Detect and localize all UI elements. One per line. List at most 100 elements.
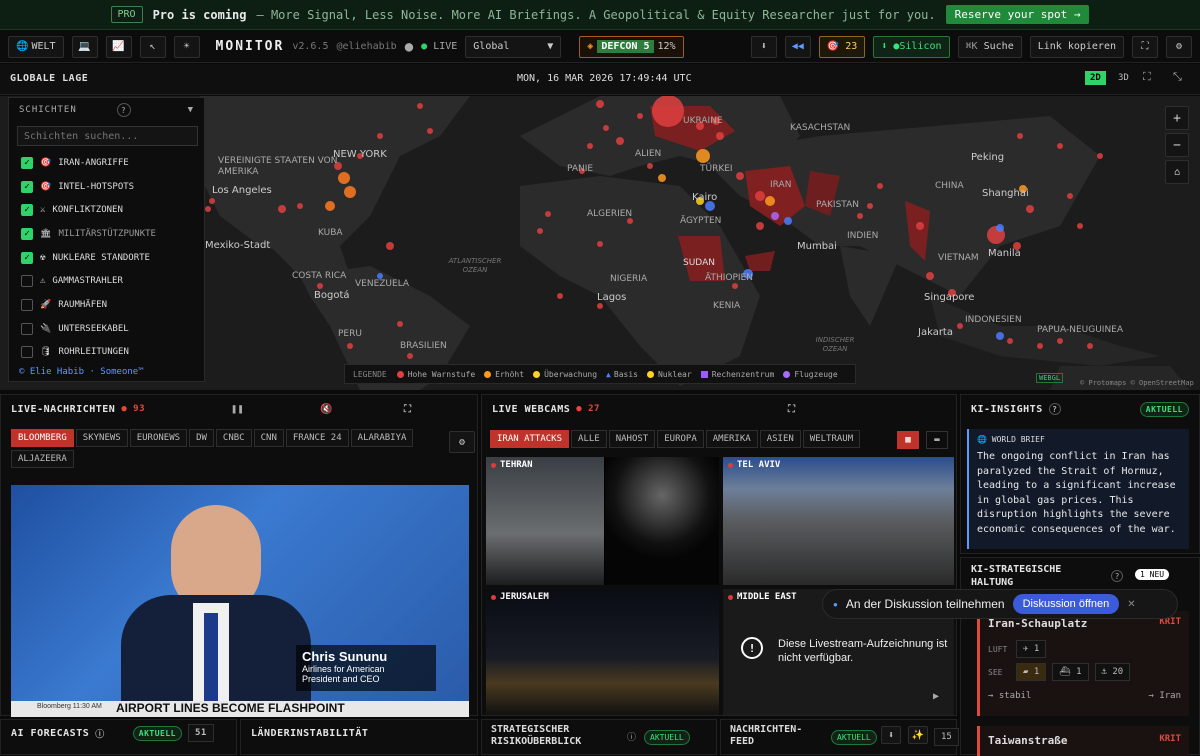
finance-variant-button[interactable]: 📈: [105, 35, 132, 58]
event-marker[interactable]: [771, 212, 779, 220]
defcon-indicator[interactable]: ◈ DEFCON 5 12%: [579, 35, 684, 58]
copy-link-button[interactable]: Link kopieren: [1029, 35, 1124, 58]
event-marker[interactable]: [877, 183, 883, 189]
layer-item[interactable]: ✓ 🎯 IRAN-ANGRIFFE: [9, 151, 204, 175]
layer-item[interactable]: 🚀 RAUMHÄFEN: [9, 293, 204, 317]
layer-checkbox[interactable]: [21, 275, 33, 288]
event-marker[interactable]: [427, 128, 433, 134]
event-marker[interactable]: [755, 191, 765, 201]
event-marker[interactable]: [1097, 153, 1103, 159]
event-marker[interactable]: [756, 222, 764, 230]
channel-tab[interactable]: SKYNEWS: [75, 429, 128, 447]
theater-card-iran[interactable]: Iran-Schauplatz KRIT LUFT ✈ 1 SEE ▰ 1 ⛴ 1 …: [977, 611, 1189, 716]
grid-view-button[interactable]: ▦: [897, 431, 919, 449]
tech-variant-button[interactable]: 💻: [71, 35, 98, 58]
zoom-in-button[interactable]: +: [1165, 106, 1189, 130]
layers-footer[interactable]: © Elie Habib · Someone™: [19, 367, 144, 377]
event-marker[interactable]: [1057, 143, 1063, 149]
settings-button[interactable]: ⚙: [1166, 35, 1192, 58]
event-marker[interactable]: [603, 125, 609, 131]
map-attribution[interactable]: © Protomaps © OpenStreetMap: [1080, 379, 1194, 387]
event-marker[interactable]: [278, 205, 286, 213]
layer-item[interactable]: 🛢 ROHRLEITUNGEN: [9, 341, 204, 365]
event-marker[interactable]: [1037, 343, 1043, 349]
channel-tab[interactable]: CNN: [253, 429, 284, 447]
event-marker[interactable]: [344, 186, 356, 198]
event-marker[interactable]: [347, 343, 353, 349]
collapse-icon[interactable]: ⤡: [1173, 70, 1182, 84]
expand-icon[interactable]: ⛶: [404, 404, 412, 415]
event-marker[interactable]: [647, 163, 653, 169]
expand-icon[interactable]: ⛶: [788, 404, 796, 415]
event-marker[interactable]: [317, 283, 323, 289]
event-marker[interactable]: [397, 321, 403, 327]
author-handle[interactable]: @eliehabib: [336, 41, 396, 52]
event-marker[interactable]: [205, 206, 211, 212]
layers-help-icon[interactable]: ?: [116, 103, 131, 117]
zoom-out-button[interactable]: −: [1165, 133, 1189, 157]
help-icon[interactable]: ?: [1048, 403, 1061, 415]
webcam-tehran[interactable]: TEHRAN: [486, 457, 719, 585]
event-marker[interactable]: [557, 293, 563, 299]
channel-settings-button[interactable]: ⚙: [449, 431, 475, 453]
layer-item[interactable]: ✓ 🎯 INTEL-HOTSPOTS: [9, 175, 204, 199]
event-marker[interactable]: [1057, 338, 1063, 344]
open-discussion-button[interactable]: Diskussion öffnen: [1012, 594, 1120, 614]
reserve-spot-button[interactable]: Reserve your spot →: [945, 5, 1090, 24]
layer-item[interactable]: ✓ ⚔ KONFLIKTZONEN: [9, 198, 204, 222]
event-marker[interactable]: [407, 353, 413, 359]
download-button[interactable]: ⬇: [750, 35, 777, 58]
layer-checkbox[interactable]: ✓: [21, 204, 33, 217]
event-marker[interactable]: [386, 242, 394, 250]
webcam-region-tab[interactable]: IRAN ATTACKS: [490, 430, 570, 448]
layer-checkbox[interactable]: ✓: [21, 227, 33, 240]
event-marker[interactable]: [696, 149, 710, 163]
search-button[interactable]: ⌘K Suche: [957, 35, 1022, 58]
webcam-region-tab[interactable]: WELTRAUM: [802, 430, 861, 448]
mute-icon[interactable]: 🔇: [320, 404, 333, 415]
event-marker[interactable]: [1017, 133, 1023, 139]
event-marker[interactable]: [1067, 193, 1073, 199]
layer-item[interactable]: ✓ 🏛 MILITÄRSTÜTZPUNKTE: [9, 222, 204, 246]
ai-summary-button[interactable]: ✨: [908, 726, 928, 744]
cursor-variant-button[interactable]: ↖: [139, 35, 166, 58]
layer-checkbox[interactable]: [21, 322, 33, 335]
event-marker[interactable]: [996, 332, 1004, 340]
layer-item[interactable]: ⚠ GAMMASTRAHLER: [9, 269, 204, 293]
event-marker[interactable]: [637, 113, 643, 119]
webcam-region-tab[interactable]: AMERIKA: [705, 430, 758, 448]
event-marker[interactable]: [597, 303, 603, 309]
event-marker[interactable]: [597, 241, 603, 247]
webcam-region-tab[interactable]: EUROPA: [657, 430, 704, 448]
region-select[interactable]: Global ▼: [465, 35, 562, 58]
view-2d-button[interactable]: 2D: [1085, 71, 1106, 85]
event-marker[interactable]: [616, 137, 624, 145]
layer-checkbox[interactable]: ✓: [21, 180, 33, 193]
channel-tab[interactable]: ALARABIYA: [350, 429, 414, 447]
event-marker[interactable]: [926, 272, 934, 280]
layers-collapse-icon[interactable]: ▼: [188, 105, 194, 115]
event-marker[interactable]: [209, 198, 215, 204]
news-video-player[interactable]: Chris Sununu Airlines for American Presi…: [11, 485, 469, 717]
theater-card-taiwan[interactable]: Taiwanstraße KRIT: [977, 726, 1189, 756]
view-3d-button[interactable]: 3D: [1113, 71, 1134, 85]
webcam-region-tab[interactable]: ASIEN: [759, 430, 801, 448]
event-marker[interactable]: [652, 96, 684, 127]
layer-item[interactable]: ✓ ☢ NUKLEARE STANDORTE: [9, 246, 204, 270]
layer-checkbox[interactable]: [21, 298, 33, 311]
event-marker[interactable]: [732, 283, 738, 289]
help-icon[interactable]: ⓘ: [627, 730, 636, 743]
channel-tab[interactable]: EURONEWS: [129, 429, 188, 447]
event-marker[interactable]: [716, 132, 724, 140]
channel-tab[interactable]: ALJAZEERA: [11, 450, 74, 468]
event-marker[interactable]: [1007, 338, 1013, 344]
event-marker[interactable]: [784, 217, 792, 225]
download-button[interactable]: ⬇: [881, 726, 901, 744]
youtube-icon[interactable]: ▶: [933, 691, 939, 702]
channel-tab[interactable]: BLOOMBERG: [11, 429, 74, 447]
event-marker[interactable]: [1026, 205, 1034, 213]
channel-tab[interactable]: FRANCE 24: [285, 429, 349, 447]
event-marker[interactable]: [1087, 343, 1093, 349]
event-marker[interactable]: [765, 196, 775, 206]
help-icon[interactable]: ?: [1111, 570, 1123, 582]
